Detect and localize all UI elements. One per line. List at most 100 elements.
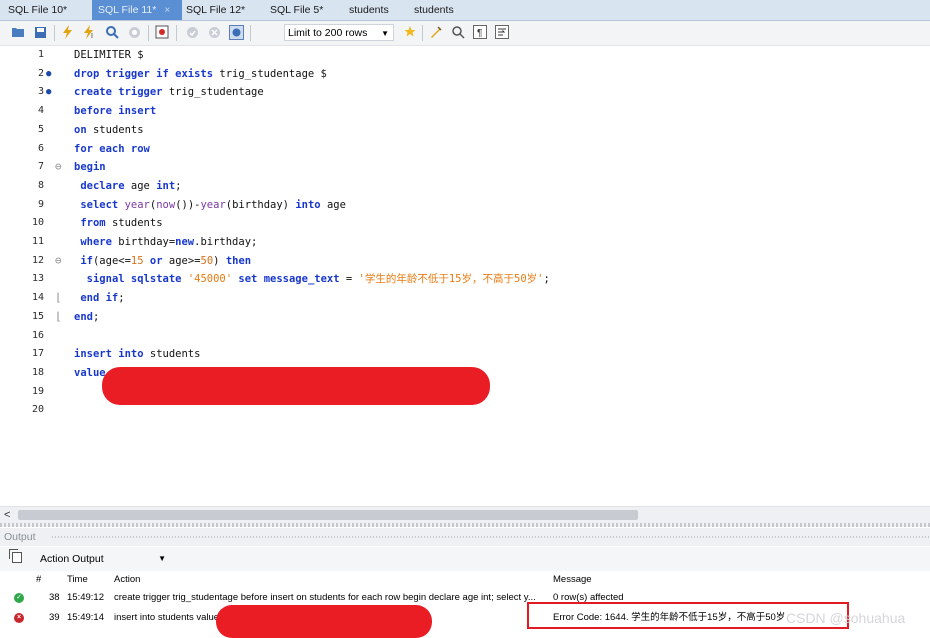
close-icon[interactable]: × bbox=[164, 5, 170, 16]
toolbar-separator bbox=[176, 25, 177, 41]
code-line[interactable]: 12 ⊖ if(age<=15 or age>=50) then bbox=[0, 252, 930, 270]
code-line[interactable]: 4 before insert bbox=[0, 102, 930, 120]
toolbar-separator bbox=[422, 25, 423, 41]
code-line[interactable]: 9 select year(now())-year(birthday) into… bbox=[0, 196, 930, 214]
scrollbar-thumb[interactable] bbox=[18, 510, 638, 520]
copy-icon[interactable] bbox=[9, 549, 22, 563]
open-folder-icon[interactable] bbox=[10, 24, 26, 40]
wrap-icon[interactable] bbox=[494, 24, 510, 40]
code-line[interactable]: 8 declare age int; bbox=[0, 177, 930, 195]
limit-rows-select[interactable]: Limit to 200 rows ▼ bbox=[284, 24, 394, 41]
sql-code-editor[interactable]: 1 DELIMITER $ 2 ● drop trigger if exists tri… bbox=[0, 46, 930, 506]
invisible-chars-icon[interactable]: ¶ bbox=[472, 24, 488, 40]
fold-toggle-icon[interactable]: ⊖ bbox=[55, 252, 62, 270]
line-number: 14 bbox=[31, 292, 44, 304]
editor-horizontal-scrollbar[interactable]: < bbox=[0, 506, 930, 523]
stop-icon[interactable] bbox=[126, 24, 142, 40]
code-token: int bbox=[156, 179, 176, 192]
search-icon[interactable] bbox=[450, 24, 466, 40]
code-text: on students bbox=[74, 121, 144, 139]
code-line[interactable]: 6 for each row bbox=[0, 140, 930, 158]
tab-students[interactable]: students bbox=[343, 0, 407, 20]
scroll-left-icon[interactable]: < bbox=[4, 507, 10, 523]
output-title: Output bbox=[4, 531, 36, 543]
code-line[interactable]: 3 ● create trigger trig_studentage bbox=[0, 83, 930, 101]
sql-editor-toolbar: I Limit to 200 rows ▼ ¶ bbox=[0, 21, 930, 46]
code-token: (age<= bbox=[92, 254, 131, 267]
line-number: 2 bbox=[37, 67, 44, 79]
rollback-icon[interactable] bbox=[206, 24, 222, 40]
code-token: begin bbox=[74, 161, 106, 174]
code-token: '学生的年龄不低于15岁，不高于50岁' bbox=[358, 273, 544, 286]
code-token: students bbox=[86, 123, 144, 136]
line-number: 12 bbox=[31, 254, 44, 266]
code-token: select bbox=[80, 198, 119, 211]
redaction-mark bbox=[102, 367, 490, 405]
commit-icon[interactable] bbox=[184, 24, 200, 40]
tab-label: students bbox=[414, 4, 454, 16]
code-line[interactable]: 10 from students bbox=[0, 214, 930, 232]
line-number: 4 bbox=[37, 105, 44, 117]
autocommit-icon[interactable] bbox=[228, 24, 244, 40]
code-token: where bbox=[80, 236, 112, 248]
code-line[interactable]: 2 ● drop trigger if exists trig_studentage… bbox=[0, 65, 930, 83]
watermark: CSDN @sohuahua bbox=[786, 610, 906, 626]
toggle-error-icon[interactable] bbox=[154, 24, 170, 40]
execute-current-icon[interactable]: I bbox=[82, 24, 98, 40]
code-token: then bbox=[225, 254, 252, 267]
code-text: before insert bbox=[74, 102, 156, 120]
output-type-value: Action Output bbox=[40, 553, 104, 565]
code-line[interactable]: 5 on students bbox=[0, 121, 930, 139]
save-icon[interactable] bbox=[32, 24, 48, 40]
code-text: insert into students bbox=[74, 345, 200, 363]
line-number: 18 bbox=[31, 366, 44, 378]
panel-splitter[interactable] bbox=[0, 523, 930, 527]
code-token: .birthday; bbox=[194, 236, 258, 248]
tab-sql-file-10[interactable]: SQL File 10* bbox=[2, 0, 84, 20]
toolbar-separator bbox=[250, 25, 251, 41]
code-token: create trigger bbox=[74, 86, 163, 99]
code-token: if bbox=[80, 254, 93, 267]
code-line[interactable]: 15 ⌊ end; bbox=[0, 308, 930, 326]
code-token: age bbox=[124, 179, 157, 192]
code-token: 50 bbox=[200, 254, 214, 267]
code-line[interactable]: 11 where birthday=new.birthday; bbox=[0, 233, 930, 251]
code-token: value bbox=[74, 366, 106, 379]
code-text: from students bbox=[74, 214, 162, 232]
tab-sql-file-11[interactable]: SQL File 11* × bbox=[92, 0, 182, 20]
code-token: into bbox=[295, 198, 321, 211]
error-icon: × bbox=[14, 613, 24, 623]
code-line[interactable]: 7 ⊖ begin bbox=[0, 158, 930, 176]
tab-label: SQL File 5* bbox=[270, 4, 324, 16]
beautify-icon[interactable] bbox=[402, 24, 418, 40]
code-line[interactable]: 14 ⌊ end if; bbox=[0, 289, 930, 307]
tab-students-2[interactable]: students bbox=[408, 0, 472, 20]
code-line[interactable]: 13 signal sqlstate '45000' set message_t… bbox=[0, 270, 930, 288]
code-line[interactable]: 16 bbox=[0, 327, 930, 345]
line-number: 10 bbox=[31, 217, 44, 229]
code-line[interactable]: 17 insert into students bbox=[0, 345, 930, 363]
code-text: end if; bbox=[74, 289, 124, 307]
code-token: students bbox=[143, 348, 201, 361]
limit-rows-value: Limit to 200 rows bbox=[288, 27, 368, 39]
format-icon[interactable] bbox=[428, 24, 444, 40]
column-header-time: Time bbox=[67, 574, 88, 585]
column-header-message: Message bbox=[553, 574, 592, 585]
tab-sql-file-5[interactable]: SQL File 5* bbox=[264, 0, 338, 20]
output-type-select[interactable]: Action Output ▼ bbox=[36, 551, 170, 567]
tab-sql-file-12[interactable]: SQL File 12* bbox=[180, 0, 260, 20]
line-number: 8 bbox=[37, 179, 44, 191]
code-token: DELIMITER $ bbox=[74, 49, 144, 61]
row-num: 39 bbox=[49, 612, 60, 623]
code-token: ; bbox=[92, 310, 100, 323]
code-token: trig_studentage $ bbox=[213, 67, 327, 80]
code-token: age>= bbox=[162, 254, 201, 267]
fold-toggle-icon[interactable]: ⊖ bbox=[55, 158, 62, 176]
execute-icon[interactable] bbox=[60, 24, 76, 40]
redaction-mark bbox=[216, 605, 432, 638]
column-header-num: # bbox=[36, 574, 42, 585]
code-line[interactable]: 1 DELIMITER $ bbox=[0, 46, 930, 64]
code-token: (birthday) bbox=[225, 198, 296, 211]
explain-icon[interactable] bbox=[104, 24, 120, 40]
code-text: select year(now())-year(birthday) into a… bbox=[74, 196, 346, 214]
